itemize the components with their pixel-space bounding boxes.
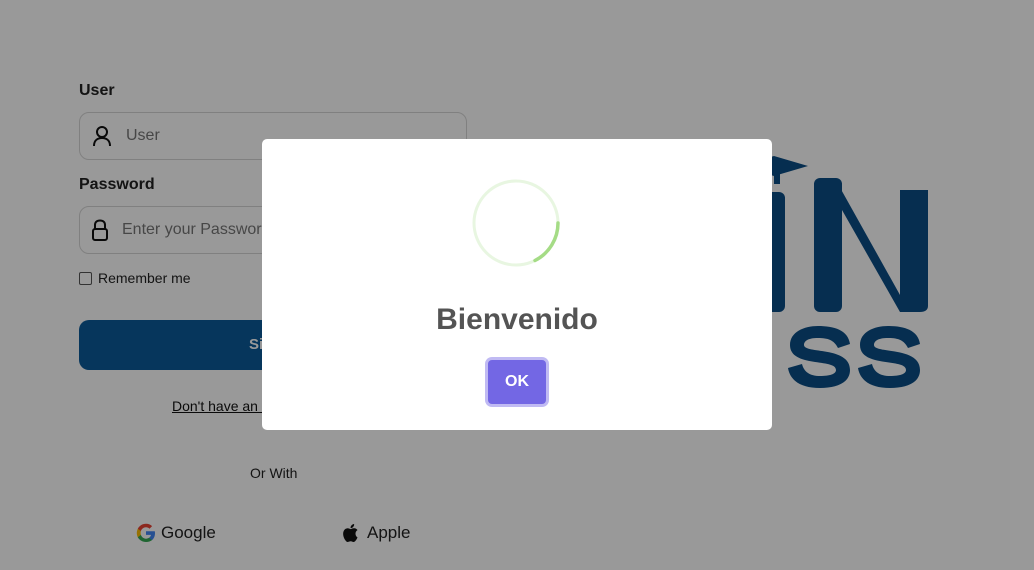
loading-spinner-icon (471, 178, 561, 268)
ok-button[interactable]: OK (488, 360, 546, 404)
welcome-dialog: Bienvenido OK (262, 139, 772, 430)
dialog-title: Bienvenido (436, 303, 598, 336)
